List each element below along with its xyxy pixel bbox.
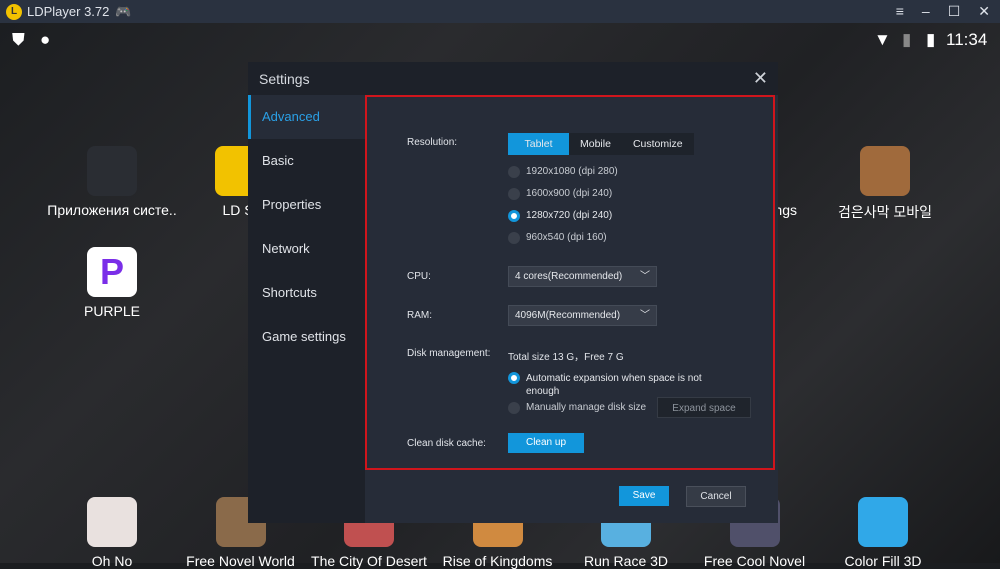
gamepad-icon[interactable]: 🎮 bbox=[115, 4, 131, 20]
mode-customize[interactable]: Customize bbox=[622, 133, 694, 155]
dialog-title: Settings bbox=[259, 70, 310, 87]
settings-dialog: Settings ✕ Advanced Basic Properties Net… bbox=[248, 62, 778, 523]
disk-auto-option[interactable]: Automatic expansion when space is not en… bbox=[508, 372, 728, 398]
chevron-down-icon: ﹀ bbox=[640, 271, 650, 282]
tab-shortcuts[interactable]: Shortcuts bbox=[248, 271, 365, 315]
app-oh-no[interactable]: Oh No bbox=[47, 497, 177, 569]
app-purple[interactable]: P PURPLE bbox=[47, 247, 177, 319]
no-sim-icon: ▮ bbox=[902, 30, 912, 49]
highlight-box: Resolution: Tablet Mobile Customize 1920… bbox=[365, 95, 775, 470]
tab-properties[interactable]: Properties bbox=[248, 183, 365, 227]
disk-manual-option[interactable]: Manually manage disk size bbox=[508, 402, 646, 414]
app-system-apps[interactable]: Приложения систе.. bbox=[47, 146, 177, 218]
window-title: LDPlayer 3.72 bbox=[27, 4, 110, 19]
cancel-button[interactable]: Cancel bbox=[686, 486, 746, 507]
app-icon bbox=[87, 146, 137, 196]
resolution-option[interactable]: 1920x1080 (dpi 280) bbox=[508, 166, 618, 178]
resolution-option[interactable]: 960x540 (dpi 160) bbox=[508, 232, 607, 244]
tab-advanced[interactable]: Advanced bbox=[248, 95, 365, 139]
mode-tablet[interactable]: Tablet bbox=[508, 133, 569, 155]
disk-info: Total size 13 G，Free 7 G bbox=[508, 352, 624, 363]
ram-label: RAM: bbox=[407, 310, 432, 321]
wifi-icon: ▼ bbox=[874, 30, 891, 49]
app-icon: P bbox=[87, 247, 137, 297]
tab-basic[interactable]: Basic bbox=[248, 139, 365, 183]
expand-space-button[interactable]: Expand space bbox=[657, 397, 751, 418]
resolution-mode-toggle: Tablet Mobile Customize bbox=[508, 133, 694, 155]
cpu-label: CPU: bbox=[407, 271, 431, 282]
app-icon bbox=[87, 497, 137, 547]
chevron-down-icon: ﹀ bbox=[640, 310, 650, 321]
app-black-desert[interactable]: 검은사막 모바일 bbox=[820, 146, 950, 222]
resolution-label: Resolution: bbox=[407, 137, 458, 148]
close-icon[interactable]: ✕ bbox=[753, 68, 768, 89]
disk-label: Disk management: bbox=[407, 348, 491, 359]
clock: 11:34 bbox=[946, 30, 988, 49]
title-bar: L LDPlayer 3.72 🎮 ≡ – ☐ ✕ bbox=[0, 0, 1000, 23]
save-button[interactable]: Save bbox=[619, 486, 669, 506]
app-icon bbox=[860, 146, 910, 196]
cache-label: Clean disk cache: bbox=[407, 438, 486, 449]
battery-charging-icon: ▮ bbox=[926, 30, 936, 49]
maximize-button[interactable]: ☐ bbox=[948, 0, 961, 23]
minimize-button[interactable]: – bbox=[922, 0, 930, 23]
app-color-fill-3d[interactable]: Color Fill 3D bbox=[818, 497, 948, 569]
close-window-button[interactable]: ✕ bbox=[978, 0, 990, 23]
ldplayer-logo-icon: L bbox=[6, 3, 22, 20]
clean-up-button[interactable]: Clean up bbox=[508, 433, 584, 453]
settings-sidebar: Advanced Basic Properties Network Shortc… bbox=[248, 95, 365, 523]
ram-select[interactable]: 4096M(Recommended) ﹀ bbox=[508, 305, 657, 326]
tab-game-settings[interactable]: Game settings bbox=[248, 315, 365, 359]
cpu-select[interactable]: 4 cores(Recommended) ﹀ bbox=[508, 266, 657, 287]
tab-network[interactable]: Network bbox=[248, 227, 365, 271]
mode-mobile[interactable]: Mobile bbox=[569, 133, 622, 155]
resolution-option-selected[interactable]: 1280x720 (dpi 240) bbox=[508, 210, 612, 222]
app-icon bbox=[858, 497, 908, 547]
menu-button[interactable]: ≡ bbox=[896, 0, 904, 23]
shield-icon: ⛊ bbox=[12, 30, 25, 49]
resolution-option[interactable]: 1600x900 (dpi 240) bbox=[508, 188, 612, 200]
robot-icon: ● bbox=[40, 30, 51, 49]
